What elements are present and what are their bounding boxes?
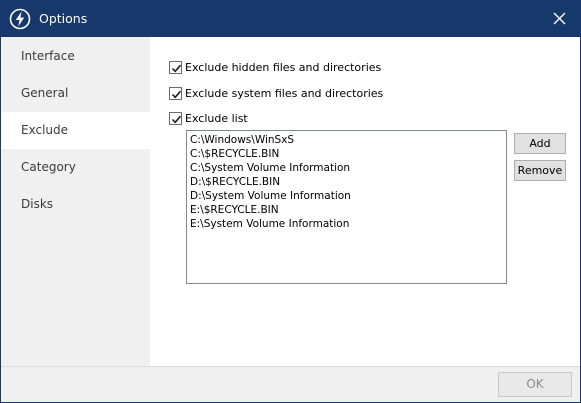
exclude-hidden-checkbox[interactable]: Exclude hidden files and directories <box>169 59 381 75</box>
exclude-list-label: Exclude list <box>185 111 248 125</box>
exclude-panel: Exclude hidden files and directories Exc… <box>150 37 580 366</box>
checkbox-box[interactable] <box>169 86 182 100</box>
exclude-listbox[interactable]: C:\Windows\WinSxS C:\$RECYCLE.BIN C:\Sys… <box>186 130 507 284</box>
ok-button[interactable]: OK <box>498 372 572 397</box>
sidebar: Interface General Exclude Category Disks <box>1 37 150 366</box>
checkmark-icon <box>171 64 182 72</box>
checkbox-box[interactable] <box>169 111 182 125</box>
close-icon <box>553 12 566 25</box>
list-item[interactable]: D:\System Volume Information <box>189 189 504 203</box>
exclude-system-checkbox[interactable]: Exclude system files and directories <box>169 85 383 101</box>
options-window: Options Interface General Exclude Catego… <box>0 0 581 403</box>
list-item[interactable]: C:\$RECYCLE.BIN <box>189 147 504 161</box>
sidebar-item-disks[interactable]: Disks <box>1 186 150 223</box>
list-item[interactable]: C:\Windows\WinSxS <box>189 133 504 147</box>
close-button[interactable] <box>540 1 580 37</box>
remove-button[interactable]: Remove <box>514 160 566 181</box>
sidebar-item-category[interactable]: Category <box>1 149 150 186</box>
checkbox-box[interactable] <box>169 60 182 74</box>
exclude-list-checkbox[interactable]: Exclude list <box>169 110 248 126</box>
list-item[interactable]: E:\$RECYCLE.BIN <box>189 203 504 217</box>
exclude-hidden-label: Exclude hidden files and directories <box>185 60 382 74</box>
sidebar-item-general[interactable]: General <box>1 75 150 112</box>
exclude-system-label: Exclude system files and directories <box>185 86 384 100</box>
list-item[interactable]: D:\$RECYCLE.BIN <box>189 175 504 189</box>
window-title: Options <box>39 11 88 26</box>
title-bar: Options <box>1 1 580 37</box>
list-item[interactable]: C:\System Volume Information <box>189 161 504 175</box>
footer: OK <box>1 366 580 402</box>
list-item[interactable]: E:\System Volume Information <box>189 217 504 231</box>
add-button[interactable]: Add <box>514 133 566 154</box>
checkmark-icon <box>171 90 182 98</box>
sidebar-item-interface[interactable]: Interface <box>1 38 150 75</box>
checkmark-icon <box>171 115 182 123</box>
sidebar-item-exclude[interactable]: Exclude <box>1 112 150 149</box>
lightning-bolt-icon <box>9 8 31 30</box>
